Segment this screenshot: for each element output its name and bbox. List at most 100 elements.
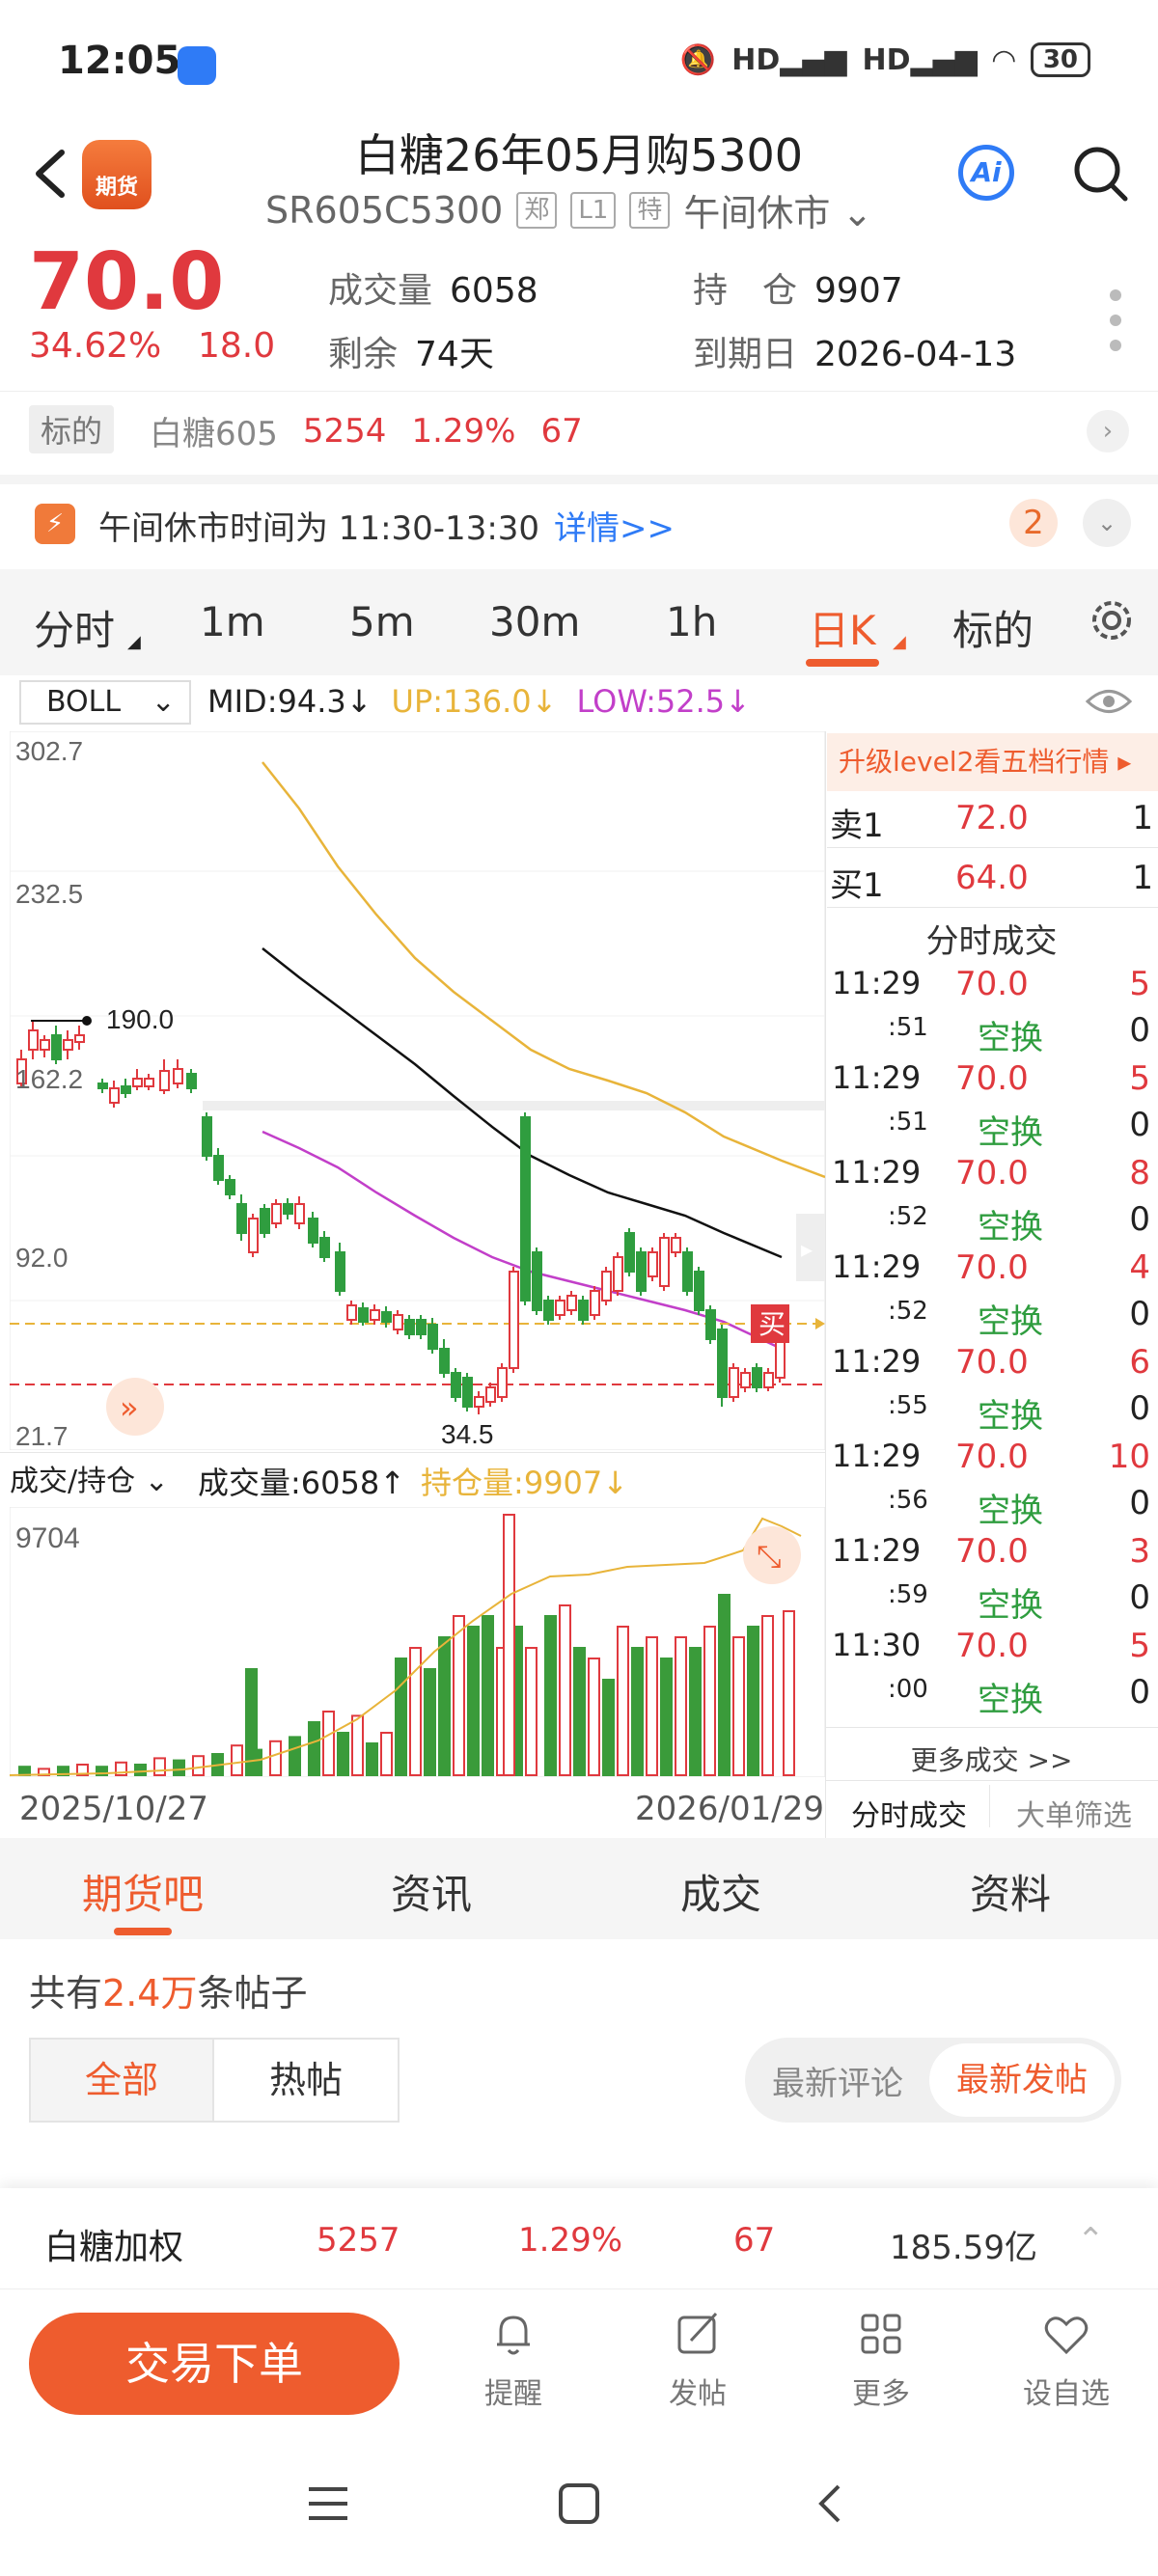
bell-icon: [497, 2316, 530, 2355]
more-button[interactable]: 更多: [823, 2308, 939, 2412]
indicator-select[interactable]: BOLL ⌄: [19, 680, 191, 725]
sort-latest-comment[interactable]: 最新评论: [772, 2057, 903, 2104]
tab-info[interactable]: 资料: [970, 1862, 1051, 1921]
tick-price: 70.0: [955, 1343, 1029, 1382]
ai-icon[interactable]: Ai: [958, 145, 1014, 201]
volume-bar: [173, 1759, 185, 1777]
candle-body: [590, 1290, 600, 1316]
candle-body: [186, 1073, 197, 1089]
contract-code: SR605C5300: [265, 188, 504, 232]
tick-volume-2: 0: [1129, 1389, 1150, 1428]
chevron-down-icon: ⌄: [144, 1465, 169, 1498]
notice-details-link[interactable]: 详情>>: [554, 502, 675, 549]
price-change: 18.0: [198, 326, 276, 366]
more-trades-link[interactable]: 更多成交 >>: [825, 1727, 1158, 1778]
tab-1m[interactable]: 1m: [200, 598, 265, 645]
candle-body: [260, 1208, 270, 1234]
search-icon[interactable]: [1071, 143, 1129, 205]
trade-button[interactable]: 交易下单: [29, 2313, 400, 2415]
home-icon[interactable]: [558, 2482, 600, 2525]
candle-body: [381, 1311, 392, 1323]
open-interest-stat: 持 仓 9907: [693, 271, 903, 311]
min-label: 34.5: [441, 1419, 494, 1449]
market-status[interactable]: 午间休市 ⌄: [683, 183, 872, 236]
tab-news[interactable]: 资讯: [391, 1862, 472, 1921]
tick-seconds: :59: [888, 1580, 928, 1609]
volume-bar: [646, 1636, 658, 1776]
post-button[interactable]: 发帖: [640, 2308, 756, 2412]
eye-icon[interactable]: [1085, 685, 1133, 718]
sort-latest-post[interactable]: 最新发帖: [929, 2043, 1115, 2117]
tick-seconds: :52: [888, 1297, 928, 1326]
candlestick-chart[interactable]: 302.7 232.5 162.2 92.0 21.7 190.0 34.5 买…: [10, 731, 825, 1450]
tab-futures-forum[interactable]: 期货吧: [82, 1862, 204, 1921]
expand-chevron-icon[interactable]: ⌄: [1083, 499, 1131, 547]
tab-big-orders[interactable]: 大单筛选: [1016, 1792, 1132, 1834]
candle-body: [717, 1329, 728, 1398]
dropdown-corner-icon: ◢: [127, 632, 141, 652]
candle-body: [648, 1251, 658, 1277]
volume-chart[interactable]: ⤡ 9704: [10, 1507, 825, 1777]
volume-bar: [573, 1647, 586, 1776]
volume-bar: [395, 1658, 407, 1776]
tick-volume-2: 0: [1129, 1673, 1150, 1712]
tab-1h[interactable]: 1h: [666, 598, 717, 645]
filter-hot[interactable]: 热帖: [214, 2038, 400, 2123]
candle-body: [294, 1203, 305, 1224]
tab-ticks[interactable]: 分时成交: [851, 1792, 967, 1834]
candle-body: [624, 1232, 635, 1273]
volume-bar: [660, 1658, 673, 1776]
volume-bar: [525, 1647, 538, 1776]
ticker-price: 5257: [317, 2221, 400, 2260]
candle-body: [51, 1034, 62, 1060]
chevron-right-icon[interactable]: ›: [1087, 410, 1129, 452]
candle-body: [308, 1218, 318, 1244]
back-nav-icon[interactable]: [815, 2482, 844, 2525]
filter-all[interactable]: 全部: [29, 2038, 214, 2123]
candle-body: [578, 1300, 589, 1321]
candle-body: [566, 1295, 577, 1311]
candle-body: [74, 1034, 85, 1043]
status-icons: 🔕 HD▂▄▆ HD▂▄▆ ◠ 30: [680, 42, 1090, 77]
lightning-icon: ⚡: [35, 504, 75, 544]
tick-time: 11:30: [832, 1627, 922, 1663]
candle-body: [28, 1029, 39, 1051]
candle-body: [427, 1324, 438, 1350]
tab-5m[interactable]: 5m: [349, 598, 415, 645]
post-preview[interactable]: [29, 2171, 1129, 2190]
volume-bar: [544, 1615, 557, 1776]
watchlist-button[interactable]: 设自选: [1008, 2308, 1124, 2412]
candle-body: [335, 1251, 345, 1292]
remind-button[interactable]: 提醒: [455, 2308, 571, 2412]
tab-trades[interactable]: 成交: [680, 1862, 761, 1921]
tab-underlying[interactable]: 标的: [952, 598, 1034, 657]
volume-bar: [366, 1742, 378, 1776]
level2-upgrade-banner[interactable]: 升级level2看五档行情 ▸: [827, 733, 1158, 791]
menu-icon[interactable]: [307, 2484, 349, 2523]
volume-bar: [380, 1732, 393, 1776]
tick-volume: 10: [1108, 1438, 1150, 1476]
volume-bar: [617, 1626, 629, 1776]
tick-volume: 5: [1129, 1059, 1150, 1098]
candle-body: [109, 1087, 120, 1104]
chevron-up-icon[interactable]: ⌃: [1077, 2221, 1105, 2260]
gear-icon[interactable]: [1087, 595, 1137, 645]
tick-time: 11:29: [832, 1154, 922, 1191]
active-tab-indicator: [114, 1928, 172, 1935]
notice-count-badge: 2: [1009, 499, 1058, 547]
tab-30m[interactable]: 30m: [489, 598, 580, 645]
y-tick-21: 21.7: [15, 1421, 69, 1450]
x-end-date: 2026/01/29: [635, 1790, 824, 1828]
volume-bar: [337, 1732, 349, 1776]
tab-timeshare[interactable]: 分时: [34, 598, 115, 657]
volume-bar: [467, 1626, 480, 1776]
volume-indicator-select[interactable]: 成交/持仓 ⌄: [10, 1457, 169, 1499]
volume-bar: [703, 1626, 716, 1776]
divider: [827, 907, 1158, 908]
tab-daily-k[interactable]: 日K: [809, 598, 876, 657]
tick-volume: 5: [1129, 965, 1150, 1003]
ticks-title: 分时成交: [925, 922, 1058, 961]
volume-bar: [308, 1721, 320, 1776]
volume-bar: [783, 1610, 795, 1776]
more-vertical-icon[interactable]: [1110, 289, 1121, 365]
